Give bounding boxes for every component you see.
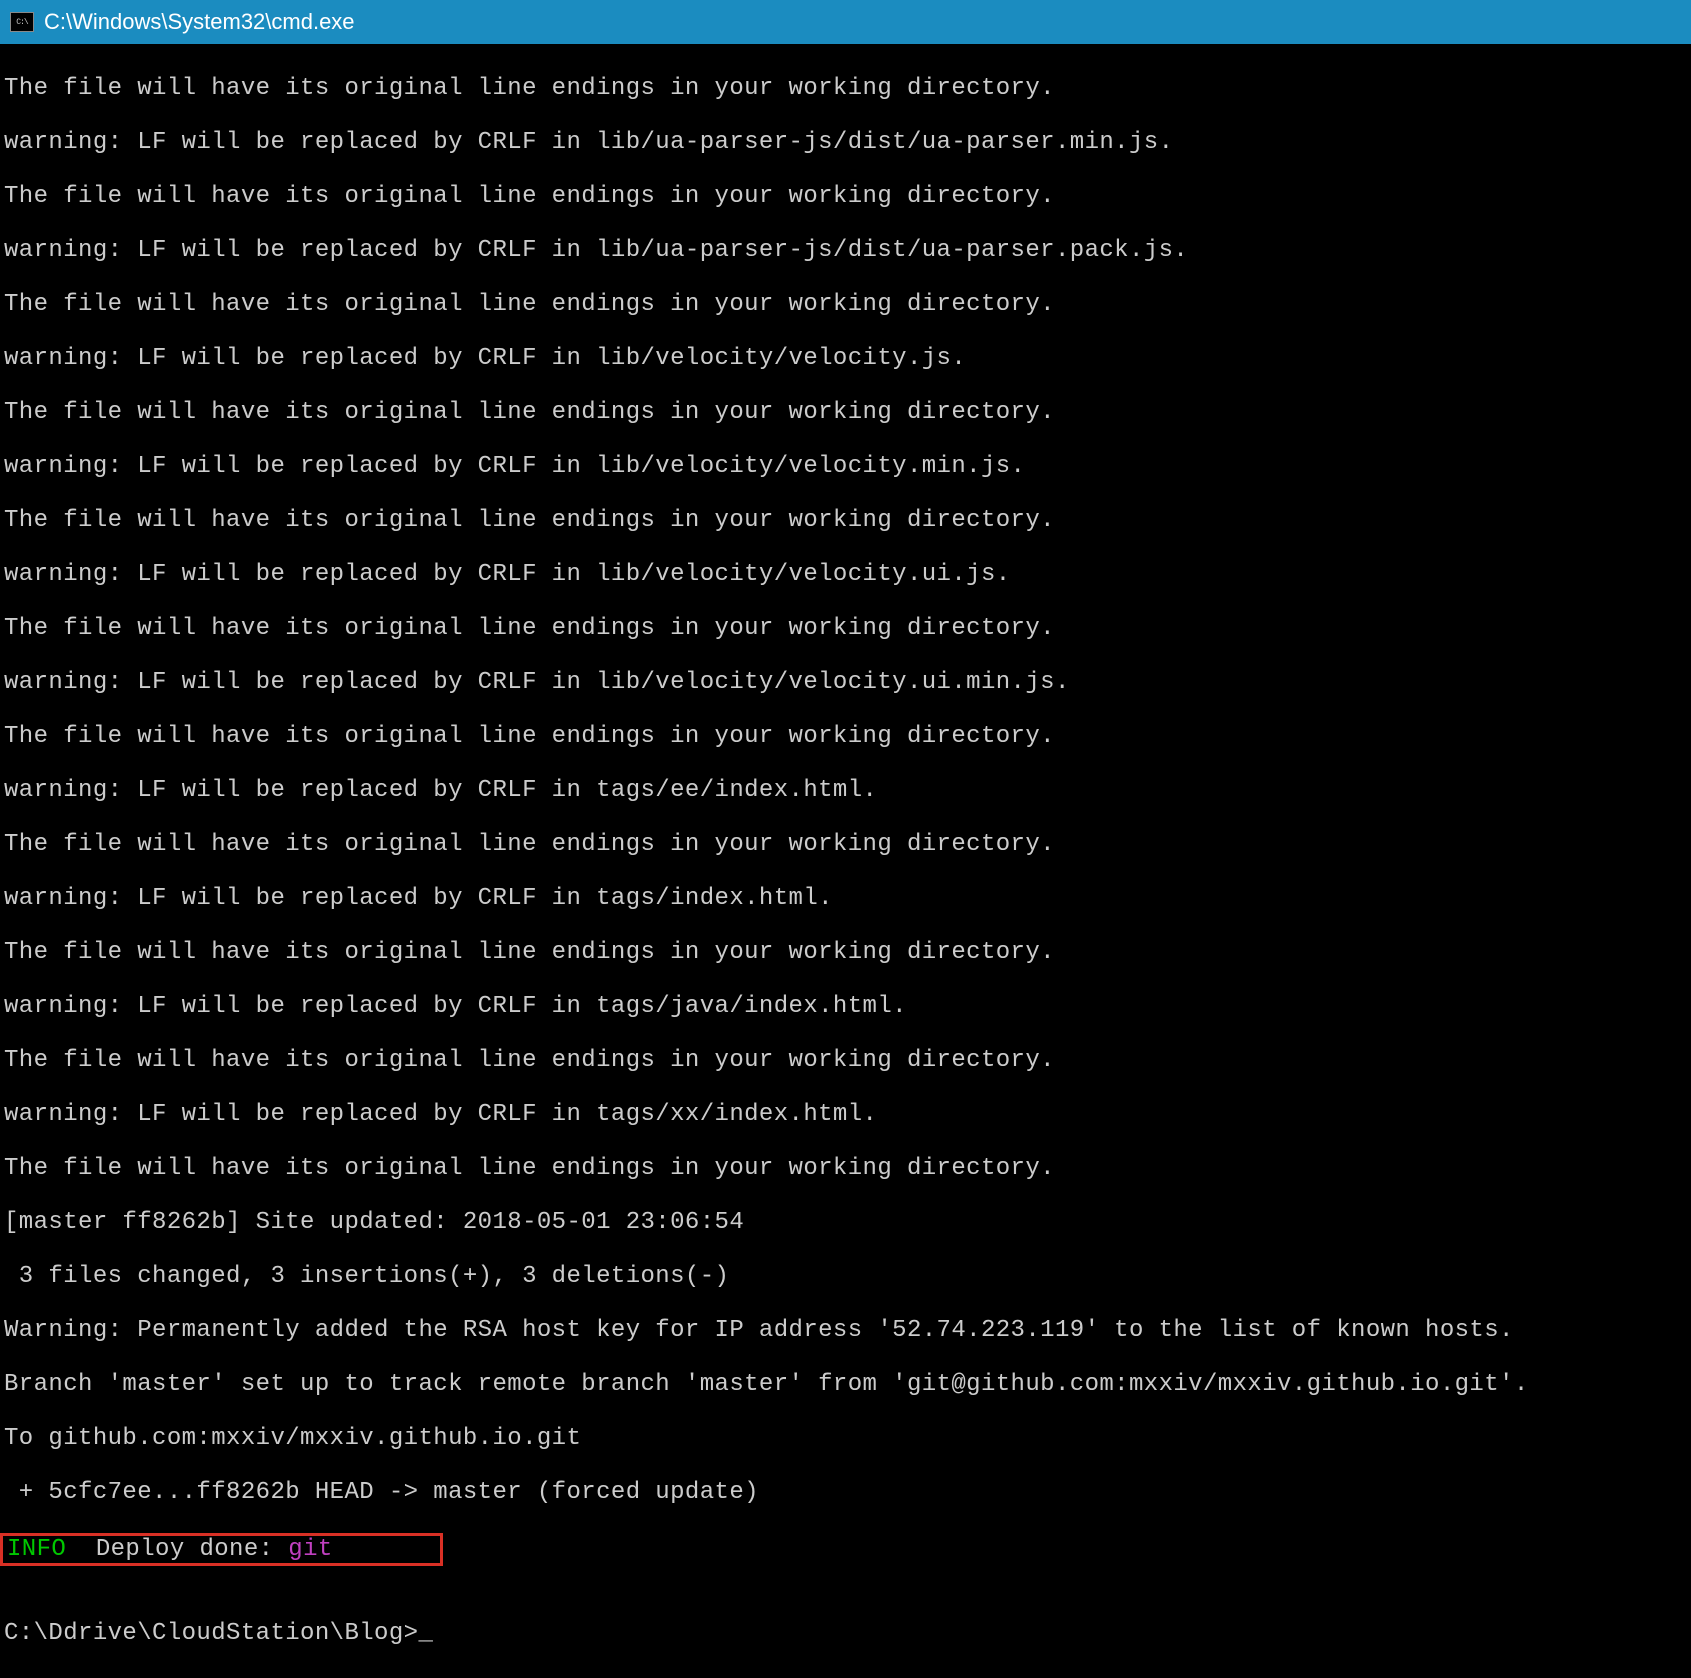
- output-line: The file will have its original line end…: [4, 291, 1687, 318]
- output-line: The file will have its original line end…: [4, 507, 1687, 534]
- cursor[interactable]: _: [418, 1620, 433, 1647]
- info-label: INFO: [7, 1536, 66, 1563]
- output-line: The file will have its original line end…: [4, 831, 1687, 858]
- output-line: The file will have its original line end…: [4, 1155, 1687, 1182]
- output-line: warning: LF will be replaced by CRLF in …: [4, 345, 1687, 372]
- output-line: [master ff8262b] Site updated: 2018-05-0…: [4, 1209, 1687, 1236]
- output-line: The file will have its original line end…: [4, 615, 1687, 642]
- git-label: git: [288, 1536, 332, 1563]
- output-line: Branch 'master' set up to track remote b…: [4, 1371, 1687, 1398]
- output-line: The file will have its original line end…: [4, 1047, 1687, 1074]
- deploy-done-line: INFO Deploy done: git: [4, 1533, 1687, 1566]
- output-line: warning: LF will be replaced by CRLF in …: [4, 561, 1687, 588]
- output-line: The file will have its original line end…: [4, 723, 1687, 750]
- output-line: Warning: Permanently added the RSA host …: [4, 1317, 1687, 1344]
- cmd-icon: C:\: [10, 12, 34, 32]
- window-title: C:\Windows\System32\cmd.exe: [44, 9, 355, 35]
- output-line: The file will have its original line end…: [4, 399, 1687, 426]
- output-line: 3 files changed, 3 insertions(+), 3 dele…: [4, 1263, 1687, 1290]
- output-line: To github.com:mxxiv/mxxiv.github.io.git: [4, 1425, 1687, 1452]
- prompt-path: C:\Ddrive\CloudStation\Blog>: [4, 1620, 418, 1647]
- deploy-text: Deploy done:: [66, 1536, 288, 1563]
- output-line: warning: LF will be replaced by CRLF in …: [4, 237, 1687, 264]
- output-line: The file will have its original line end…: [4, 183, 1687, 210]
- output-line: + 5cfc7ee...ff8262b HEAD -> master (forc…: [4, 1479, 1687, 1506]
- output-line: warning: LF will be replaced by CRLF in …: [4, 885, 1687, 912]
- output-line: warning: LF will be replaced by CRLF in …: [4, 453, 1687, 480]
- output-line: warning: LF will be replaced by CRLF in …: [4, 669, 1687, 696]
- output-line: warning: LF will be replaced by CRLF in …: [4, 777, 1687, 804]
- output-line: warning: LF will be replaced by CRLF in …: [4, 129, 1687, 156]
- output-line: The file will have its original line end…: [4, 939, 1687, 966]
- output-line: The file will have its original line end…: [4, 75, 1687, 102]
- window-titlebar: C:\ C:\Windows\System32\cmd.exe: [0, 0, 1691, 44]
- highlight-annotation: INFO Deploy done: git: [0, 1533, 443, 1566]
- output-line: warning: LF will be replaced by CRLF in …: [4, 993, 1687, 1020]
- terminal-output[interactable]: The file will have its original line end…: [0, 44, 1691, 1678]
- prompt-line[interactable]: C:\Ddrive\CloudStation\Blog>_: [4, 1620, 1687, 1647]
- output-line: warning: LF will be replaced by CRLF in …: [4, 1101, 1687, 1128]
